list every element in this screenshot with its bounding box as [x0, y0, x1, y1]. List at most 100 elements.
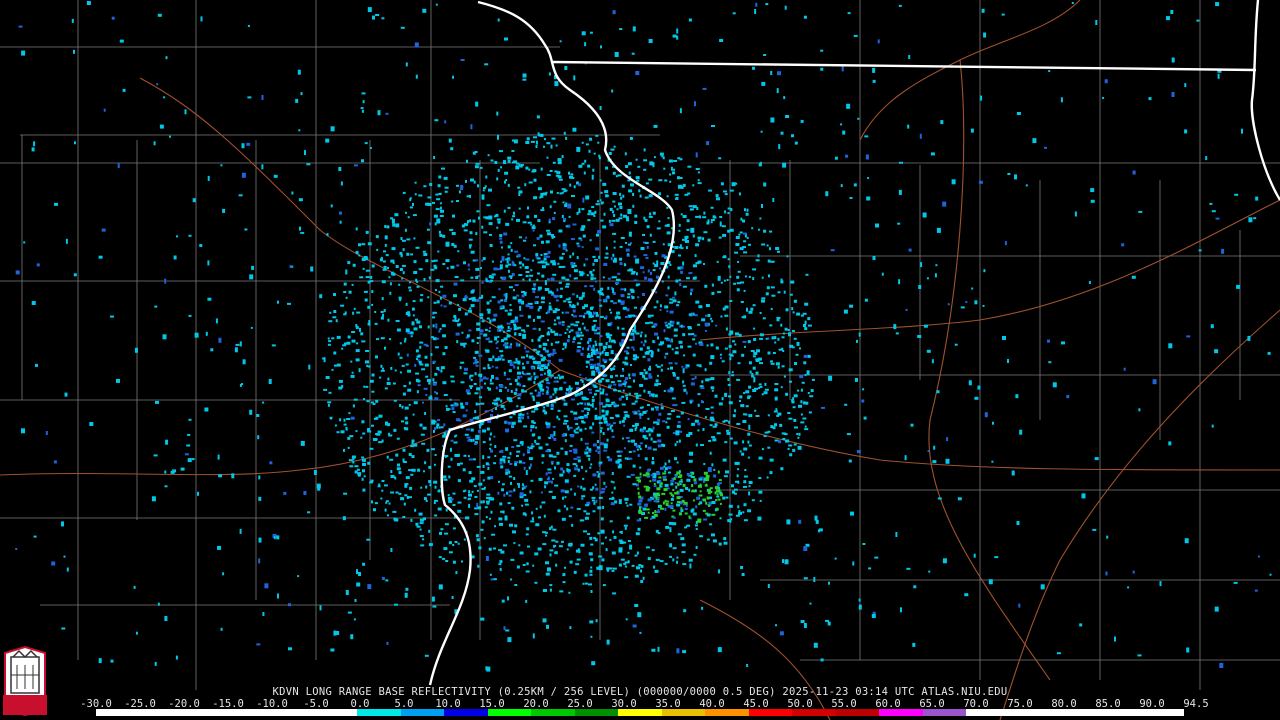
- echo-pixel: [457, 318, 460, 321]
- echo-pixel: [1102, 97, 1105, 99]
- echo-pixel: [697, 484, 702, 488]
- echo-pixel: [188, 418, 192, 421]
- echo-pixel: [654, 510, 657, 514]
- echo-pixel: [770, 308, 773, 310]
- echo-pixel: [557, 509, 561, 513]
- echo-pixel: [542, 531, 547, 534]
- echo-pixel: [424, 363, 429, 367]
- echo-pixel: [591, 499, 595, 502]
- echo-pixel: [173, 255, 177, 260]
- echo-pixel: [763, 182, 767, 187]
- echo-pixel: [536, 375, 539, 379]
- echo-pixel: [291, 191, 294, 195]
- echo-pixel: [607, 286, 610, 290]
- echo-pixel: [623, 416, 627, 420]
- echo-pixel: [401, 239, 406, 242]
- echo-pixel: [679, 244, 682, 248]
- echo-pixel: [608, 386, 611, 389]
- echo-pixel: [409, 486, 413, 490]
- echo-pixel: [500, 299, 504, 302]
- echo-pixel: [383, 309, 386, 313]
- echo-pixel: [628, 268, 633, 272]
- echo-pixel: [564, 479, 569, 483]
- echo-pixel: [654, 383, 659, 387]
- echo-pixel: [429, 483, 432, 487]
- echo-pixel: [343, 282, 347, 286]
- echo-pixel: [544, 138, 546, 141]
- echo-pixel: [631, 564, 635, 567]
- echo-pixel: [619, 450, 623, 453]
- echo-pixel: [478, 373, 483, 377]
- echo-pixel: [561, 265, 566, 268]
- echo-pixel: [740, 404, 745, 408]
- echo-pixel: [449, 398, 452, 401]
- echo-pixel: [624, 526, 627, 530]
- echo-pixel: [763, 229, 767, 233]
- echo-pixel: [597, 230, 602, 234]
- echo-pixel: [624, 447, 626, 450]
- echo-pixel: [685, 240, 689, 243]
- echo-pixel: [386, 455, 389, 459]
- echo-pixel: [483, 187, 486, 190]
- echo-pixel: [692, 184, 695, 187]
- echo-pixel: [465, 402, 469, 405]
- echo-pixel: [973, 553, 976, 558]
- echo-pixel: [529, 274, 534, 277]
- echo-pixel: [628, 392, 631, 396]
- echo-pixel: [469, 219, 472, 223]
- echo-pixel: [451, 407, 455, 411]
- echo-pixel: [662, 475, 667, 479]
- echo-pixel: [491, 365, 494, 368]
- echo-pixel: [402, 448, 406, 452]
- echo-pixel: [1152, 379, 1157, 385]
- echo-pixel: [349, 465, 354, 468]
- echo-pixel: [463, 538, 466, 541]
- echo-pixel: [682, 384, 686, 387]
- echo-pixel: [427, 493, 432, 496]
- echo-pixel: [745, 405, 749, 408]
- echo-pixel: [597, 532, 601, 535]
- echo-pixel: [475, 267, 480, 271]
- echo-pixel: [499, 389, 502, 393]
- echo-pixel: [539, 133, 544, 137]
- echo-pixel: [332, 316, 337, 319]
- echo-pixel: [510, 242, 513, 245]
- echo-pixel: [583, 530, 587, 533]
- echo-pixel: [705, 483, 708, 487]
- echo-pixel: [21, 428, 25, 434]
- echo-pixel: [654, 406, 657, 409]
- echo-pixel: [474, 513, 479, 516]
- echo-pixel: [710, 411, 714, 414]
- echo-pixel: [401, 277, 404, 280]
- color-bar-segment: [531, 709, 575, 716]
- echo-pixel: [445, 241, 450, 247]
- echo-pixel: [534, 552, 539, 556]
- echo-pixel: [721, 397, 724, 401]
- echo-pixel: [708, 189, 713, 192]
- echo-pixel: [400, 497, 405, 501]
- echo-pixel: [613, 383, 617, 386]
- echo-pixel: [712, 539, 717, 543]
- echo-pixel: [556, 376, 559, 379]
- echo-pixel: [117, 163, 120, 169]
- echo-pixel: [872, 256, 876, 260]
- echo-pixel: [460, 402, 464, 406]
- echo-pixel: [493, 435, 496, 438]
- echo-pixel: [682, 483, 686, 487]
- echo-pixel: [703, 263, 705, 265]
- echo-pixel: [731, 374, 735, 377]
- echo-pixel: [502, 276, 507, 280]
- echo-pixel: [629, 136, 633, 140]
- echo-pixel: [488, 496, 493, 499]
- echo-pixel: [609, 223, 614, 227]
- echo-pixel: [423, 470, 425, 473]
- echo-pixel: [533, 381, 536, 385]
- echo-pixel: [560, 447, 564, 450]
- echo-pixel: [580, 543, 585, 547]
- echo-pixel: [573, 457, 578, 460]
- echo-pixel: [535, 523, 540, 527]
- echo-pixel: [319, 605, 322, 611]
- echo-pixel: [726, 431, 731, 435]
- echo-pixel: [491, 374, 494, 379]
- echo-pixel: [566, 339, 570, 343]
